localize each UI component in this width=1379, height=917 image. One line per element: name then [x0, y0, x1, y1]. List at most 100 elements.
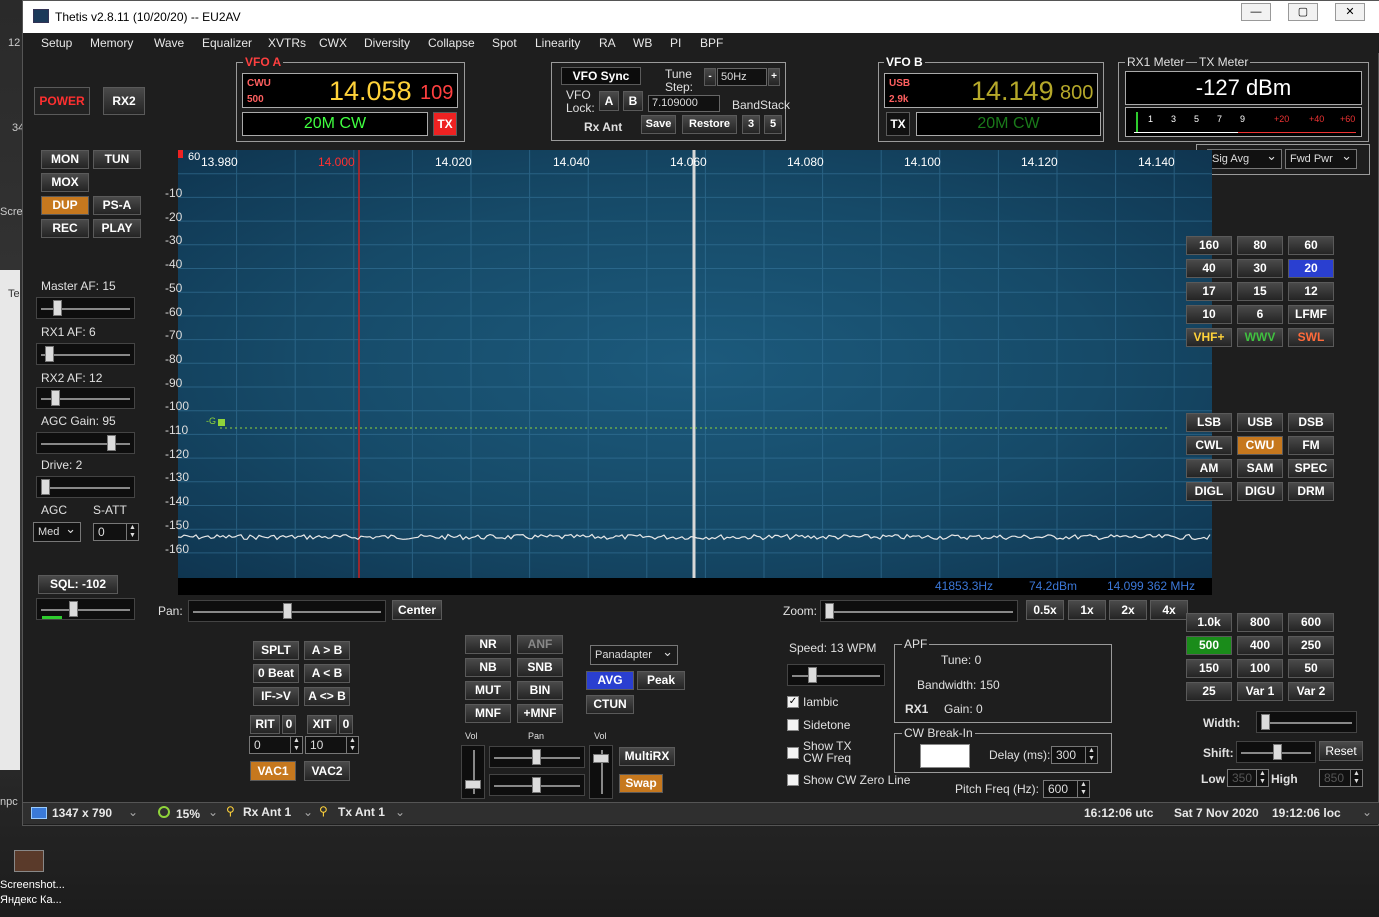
- xit-zero-button[interactable]: 0: [339, 715, 353, 734]
- filter-400-button[interactable]: 400: [1237, 636, 1283, 655]
- screenshot-file-icon[interactable]: [14, 850, 44, 872]
- filter-reset-button[interactable]: Reset: [1319, 741, 1363, 761]
- rit-spinner[interactable]: 0 ▲ ▼: [249, 736, 303, 754]
- rx2-af-slider[interactable]: [36, 387, 135, 409]
- band-17-button[interactable]: 17: [1186, 282, 1232, 301]
- sidetone-checkbox[interactable]: [787, 719, 799, 731]
- band-160-button[interactable]: 160: [1186, 236, 1232, 255]
- mode-digu-button[interactable]: DIGU: [1237, 482, 1283, 501]
- menu-setup[interactable]: Setup: [41, 36, 72, 50]
- mode-sam-button[interactable]: SAM: [1237, 459, 1283, 478]
- nb-button[interactable]: NB: [465, 658, 511, 677]
- menu-spot[interactable]: Spot: [492, 36, 517, 50]
- tx-meter-mode-select[interactable]: Fwd Pwr: [1285, 147, 1357, 169]
- menu-wb[interactable]: WB: [633, 36, 652, 50]
- band-10-button[interactable]: 10: [1186, 305, 1232, 324]
- bandstack-5-button[interactable]: 5: [764, 115, 782, 134]
- filter-800-button[interactable]: 800: [1237, 613, 1283, 632]
- split-button[interactable]: SPLT: [253, 641, 299, 660]
- rx1-vol-slider[interactable]: [461, 745, 485, 799]
- filter-25-button[interactable]: 25: [1186, 682, 1232, 701]
- rx1-af-slider[interactable]: [36, 343, 135, 365]
- band-lfmf-button[interactable]: LFMF: [1288, 305, 1334, 324]
- vfo-sync-button[interactable]: VFO Sync: [561, 67, 641, 85]
- step-up-button[interactable]: +: [768, 68, 780, 86]
- filter-low-spinner[interactable]: 350 ▲ ▼: [1227, 769, 1269, 787]
- zoom-slider[interactable]: [820, 600, 1018, 622]
- mon-button[interactable]: MON: [41, 150, 89, 169]
- band-30-button[interactable]: 30: [1237, 259, 1283, 278]
- vfo-b-band-display[interactable]: 20M CW: [916, 112, 1101, 136]
- filter-width-slider[interactable]: [1256, 711, 1357, 733]
- rx-meter-mode-select[interactable]: Sig Avg: [1207, 147, 1282, 169]
- vfo-a-tx-button[interactable]: TX: [433, 112, 457, 136]
- mnf-button[interactable]: MNF: [465, 704, 511, 723]
- show-tx-cw-freq-checkbox[interactable]: [787, 747, 799, 759]
- vac2-button[interactable]: VAC2: [304, 761, 350, 781]
- b-to-a-button[interactable]: A < B: [304, 664, 350, 683]
- band-12-button[interactable]: 12: [1288, 282, 1334, 301]
- minimize-button[interactable]: —: [1241, 3, 1271, 21]
- agc-gain-slider[interactable]: [36, 432, 135, 454]
- filter-high-spinner[interactable]: 850 ▲ ▼: [1319, 769, 1363, 787]
- bin-button[interactable]: BIN: [517, 681, 563, 700]
- cw-speed-slider[interactable]: [787, 664, 885, 686]
- rx2-pan-slider[interactable]: [489, 774, 585, 796]
- chevron-down-icon[interactable]: ⌄: [303, 805, 313, 819]
- if-to-v-button[interactable]: IF->V: [253, 687, 299, 706]
- plus-mnf-button[interactable]: +MNF: [517, 704, 563, 723]
- rx-ant-status[interactable]: Rx Ant 1: [243, 805, 291, 819]
- cpu-status[interactable]: 15%: [176, 807, 200, 821]
- display-mode-select[interactable]: Panadapter: [590, 643, 678, 665]
- filter-var-1-button[interactable]: Var 1: [1237, 682, 1283, 701]
- s-att-spinner[interactable]: 0 ▲ ▼: [93, 523, 139, 541]
- mode-cwl-button[interactable]: CWL: [1186, 436, 1232, 455]
- menu-memory[interactable]: Memory: [90, 36, 133, 50]
- filter-600-button[interactable]: 600: [1288, 613, 1334, 632]
- desktop-icon-label[interactable]: Screenshot... Яндекс Ка...: [0, 878, 66, 908]
- mode-am-button[interactable]: AM: [1186, 459, 1232, 478]
- panadapter-display[interactable]: [178, 150, 1212, 578]
- xit-button[interactable]: XIT: [307, 715, 337, 734]
- band-20-button[interactable]: 20: [1288, 259, 1334, 278]
- bandstack-save-button[interactable]: Save: [641, 115, 676, 134]
- menu-xvtrs[interactable]: XVTRs: [268, 36, 306, 50]
- menu-cwx[interactable]: CWX: [319, 36, 347, 50]
- swap-button[interactable]: Swap: [619, 774, 663, 793]
- lock-frequency-field[interactable]: 7.109000: [648, 95, 720, 112]
- snb-button[interactable]: SNB: [517, 658, 563, 677]
- menu-collapse[interactable]: Collapse: [428, 36, 475, 50]
- band-6-button[interactable]: 6: [1237, 305, 1283, 324]
- filter-100-button[interactable]: 100: [1237, 659, 1283, 678]
- zoom-0-5x-button[interactable]: 0.5x: [1026, 600, 1064, 620]
- filter-shift-slider[interactable]: [1236, 741, 1316, 763]
- zero-beat-button[interactable]: 0 Beat: [253, 664, 299, 683]
- lock-b-button[interactable]: B: [623, 91, 643, 111]
- rx2-vol-slider[interactable]: [589, 745, 613, 799]
- play-button[interactable]: PLAY: [93, 219, 141, 238]
- agc-mode-select[interactable]: Med: [33, 520, 81, 542]
- squelch-slider[interactable]: [36, 598, 135, 620]
- rec-button[interactable]: REC: [41, 219, 89, 238]
- pan-slider[interactable]: [188, 600, 386, 622]
- chevron-down-icon[interactable]: ⌄: [128, 805, 138, 819]
- mute-button[interactable]: MUT: [465, 681, 511, 700]
- menu-diversity[interactable]: Diversity: [364, 36, 410, 50]
- menu-equalizer[interactable]: Equalizer: [202, 36, 252, 50]
- anf-button[interactable]: ANF: [517, 635, 563, 654]
- filter-var-2-button[interactable]: Var 2: [1288, 682, 1334, 701]
- zoom-4x-button[interactable]: 4x: [1150, 600, 1188, 620]
- close-button[interactable]: ✕: [1335, 3, 1365, 21]
- power-button[interactable]: POWER: [34, 87, 90, 115]
- bandstack-restore-button[interactable]: Restore: [682, 115, 737, 134]
- mode-cwu-button[interactable]: CWU: [1237, 436, 1283, 455]
- rx2-button[interactable]: RX2: [103, 87, 145, 115]
- mode-lsb-button[interactable]: LSB: [1186, 413, 1232, 432]
- pitch-spinner[interactable]: 600 ▲ ▼: [1043, 780, 1090, 798]
- mode-drm-button[interactable]: DRM: [1288, 482, 1334, 501]
- dup-button[interactable]: DUP: [41, 196, 89, 215]
- xit-spinner[interactable]: 10 ▲ ▼: [305, 736, 359, 754]
- mode-spec-button[interactable]: SPEC: [1288, 459, 1334, 478]
- mode-usb-button[interactable]: USB: [1237, 413, 1283, 432]
- mode-digl-button[interactable]: DIGL: [1186, 482, 1232, 501]
